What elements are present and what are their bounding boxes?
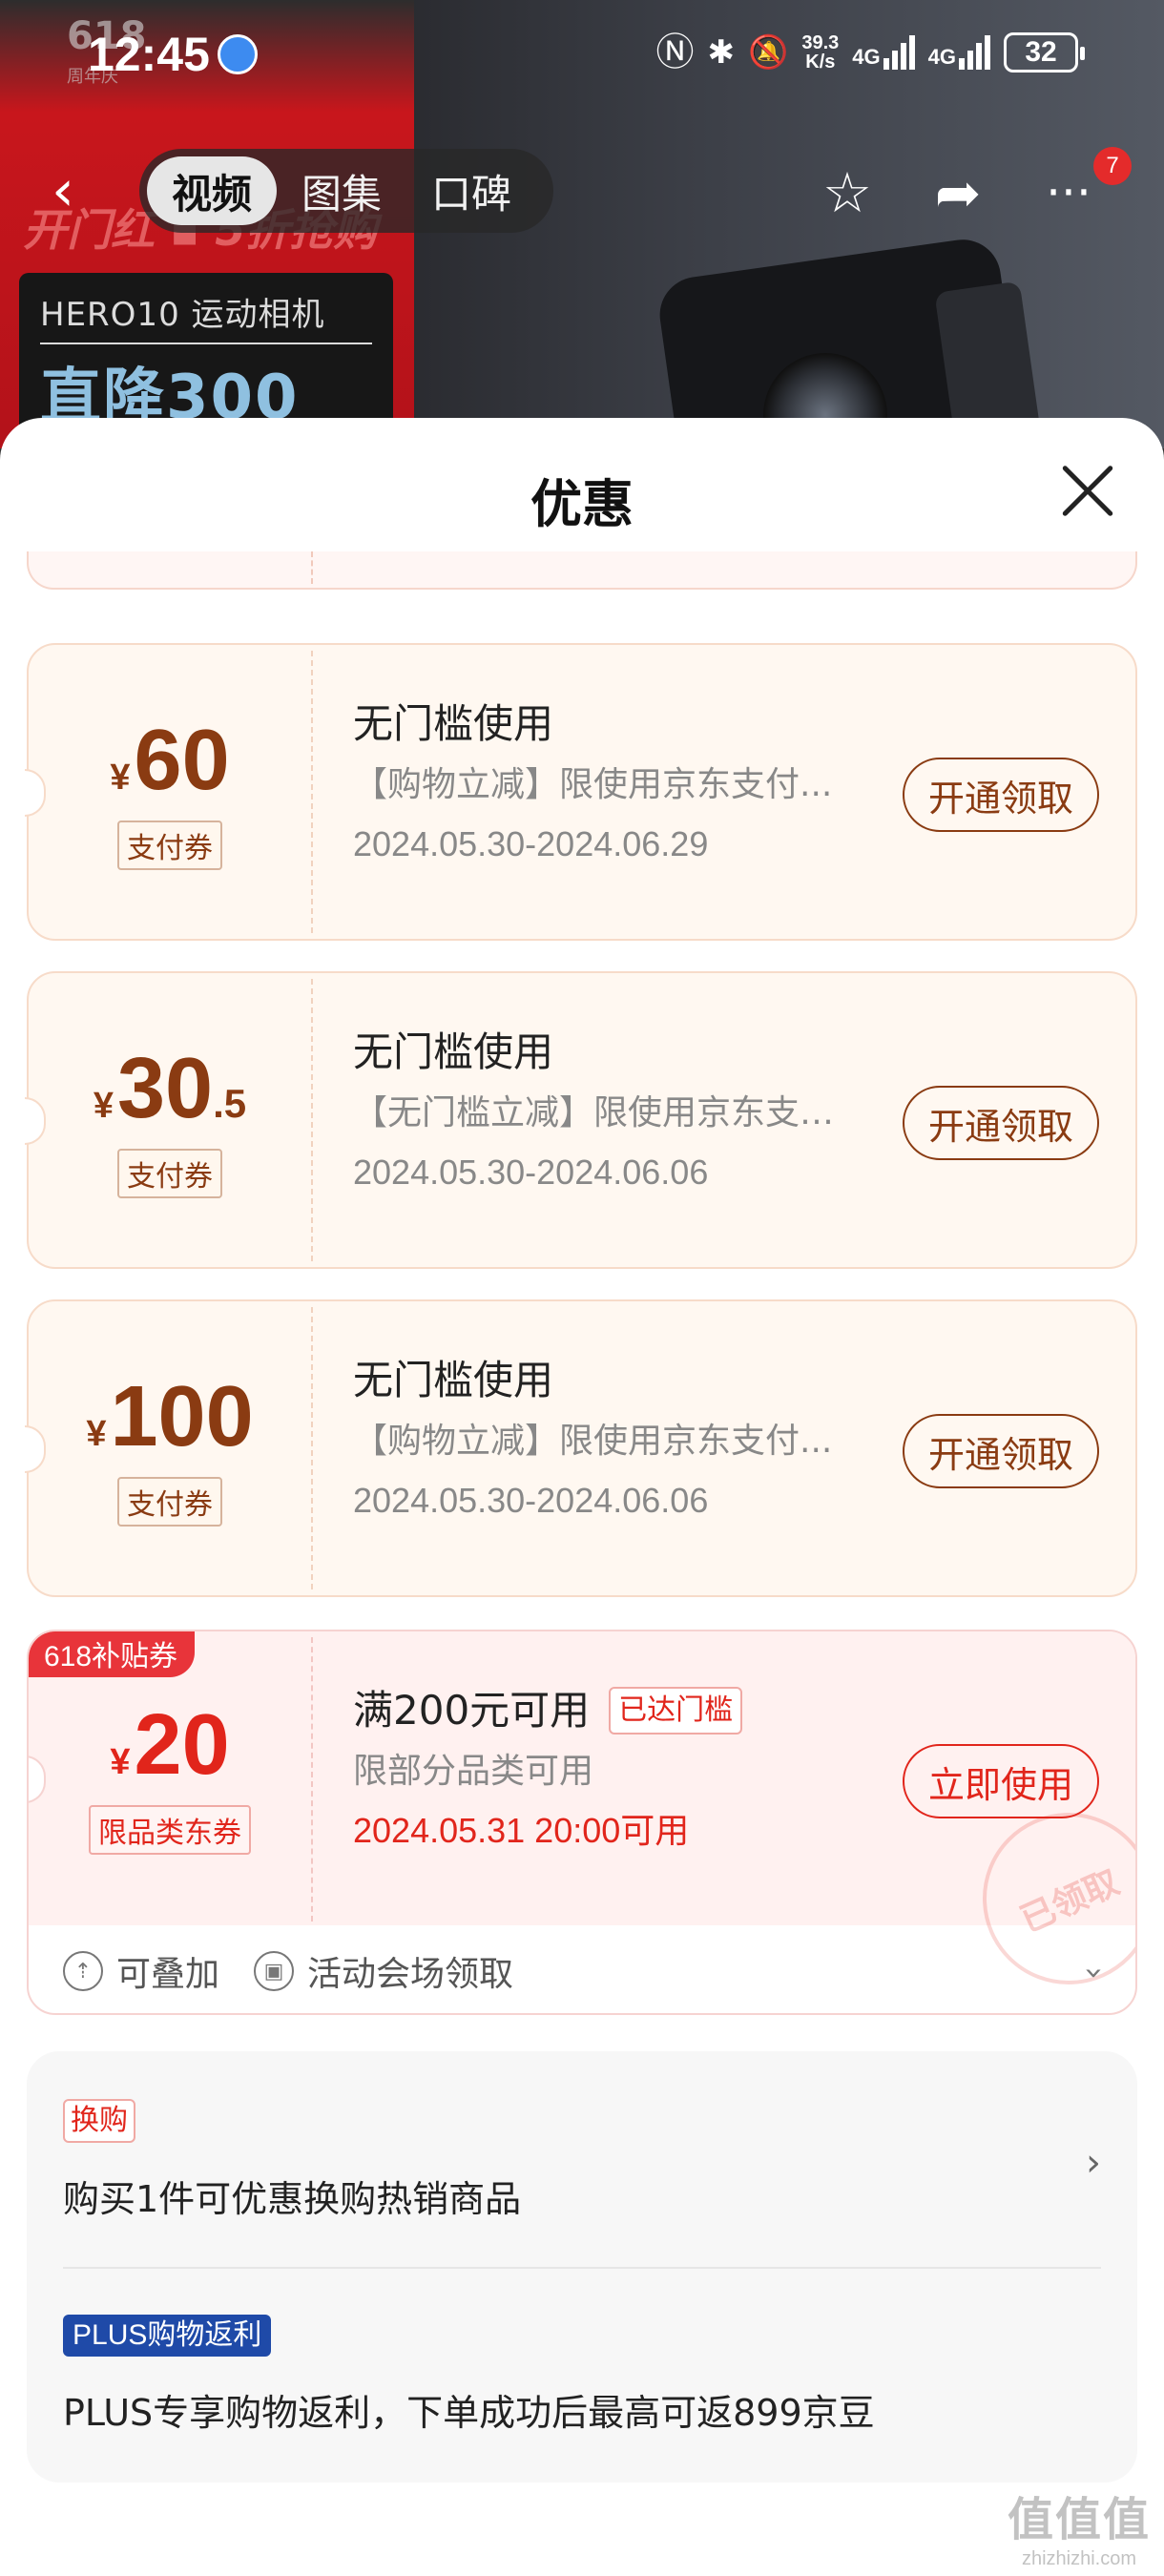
coupon-title: 无门槛使用 xyxy=(353,1028,554,1075)
sheet-title: 优惠 xyxy=(530,474,634,534)
coupon-description: 【无门槛立减】限使用京东支付... xyxy=(353,1093,849,1132)
mute-bell-icon: 🔕 xyxy=(748,34,789,71)
plus-rebate-tag: PLUS购物返利 xyxy=(63,2315,272,2357)
coupon-amount: ¥ 100 xyxy=(86,1369,254,1465)
exchange-text: 购买1件可优惠换购热销商品 xyxy=(63,2178,522,2220)
coupon-details: 满200元可用 已达门槛 限部分品类可用 2024.05.31 20:00可用 xyxy=(353,1685,849,1853)
coupon-description: 限部分品类可用 xyxy=(353,1752,594,1791)
coupon-type-tag: 支付券 xyxy=(117,1477,222,1527)
promo-model: HERO10 运动相机 xyxy=(40,288,372,344)
coupon-value: ¥ 100 支付券 xyxy=(29,1301,311,1599)
coupon-type-tag: 支付券 xyxy=(117,1149,222,1198)
status-bar: 12:45 Ⓝ ✱ 🔕 39.3 K/s 4G 4G 32 xyxy=(0,0,1164,114)
battery-icon: 32 xyxy=(1004,32,1085,73)
threshold-met-badge: 已达门槛 xyxy=(609,1687,743,1735)
coupon-card: ¥ 30 .5 支付券 无门槛使用 【无门槛立减】限使用京东支付... 2024… xyxy=(25,971,1137,1271)
plus-rebate-text: PLUS专享购物返利，下单成功后最高可返899京豆 xyxy=(63,2392,875,2434)
status-icons: Ⓝ ✱ 🔕 39.3 K/s 4G 4G 32 xyxy=(655,31,1085,73)
coupon-type-tag: 限品类东券 xyxy=(89,1805,251,1855)
discount-sheet: 优惠 ¥ 60 支付券 无门槛使用 【购物立减】限使用京东支付... 2024.… xyxy=(0,418,1164,2576)
coupon-amount: ¥ 30 .5 xyxy=(93,1041,247,1136)
coupon-amount: ¥ 60 xyxy=(110,713,230,808)
divider xyxy=(63,2267,1101,2269)
activate-claim-button[interactable]: 开通领取 xyxy=(903,758,1099,832)
close-icon[interactable] xyxy=(1059,462,1116,519)
use-now-button[interactable]: 立即使用 xyxy=(903,1744,1099,1818)
nfc-icon: Ⓝ xyxy=(655,31,695,73)
coupon-date: 2024.05.30-2024.06.29 xyxy=(353,824,709,863)
coupon-description: 【购物立减】限使用京东支付... xyxy=(353,1422,833,1461)
coupon-value: ¥ 30 .5 支付券 xyxy=(29,973,311,1271)
promo-card: HERO10 运动相机 直降300 xyxy=(19,273,393,435)
coupon-title: 无门槛使用 xyxy=(353,1357,554,1403)
media-tabs: 视频 图集 口碑 xyxy=(139,149,553,233)
coupon-date: 2024.05.30-2024.06.06 xyxy=(353,1153,709,1192)
coupon-details: 无门槛使用 【购物立减】限使用京东支付... 2024.05.30-2024.0… xyxy=(353,698,849,866)
bluetooth-icon: ✱ xyxy=(707,34,736,71)
coupon-details: 无门槛使用 【无门槛立减】限使用京东支付... 2024.05.30-2024.… xyxy=(353,1027,849,1195)
coupon-amount: ¥ 20 xyxy=(110,1697,230,1793)
coupon-card: ¥ 60 支付券 无门槛使用 【购物立减】限使用京东支付... 2024.05.… xyxy=(25,643,1137,943)
coupon-footer: ⇡ 可叠加 ▣ 活动会场领取 › xyxy=(29,1925,1135,2013)
share-icon[interactable]: ➦ xyxy=(922,156,994,229)
net-speed: 39.3 K/s xyxy=(801,32,840,73)
coupon-date: 2024.05.31 20:00可用 xyxy=(353,1811,690,1850)
expand-chevron-icon[interactable]: › xyxy=(1075,1966,1113,1980)
more-badge: 7 xyxy=(1093,147,1132,185)
promotion-info-card[interactable]: 换购 购买1件可优惠换购热销商品 › PLUS购物返利 PLUS专享购物返利，下… xyxy=(27,2051,1137,2483)
tab-video[interactable]: 视频 xyxy=(147,156,278,225)
exchange-tag: 换购 xyxy=(63,2099,135,2143)
signal-2-icon: 4G xyxy=(928,35,990,70)
stackable-info: ⇡ 可叠加 xyxy=(63,1946,219,1996)
tab-gallery[interactable]: 图集 xyxy=(277,156,406,225)
coupon-date: 2024.05.30-2024.06.06 xyxy=(353,1481,709,1520)
venue-icon: ▣ xyxy=(254,1951,295,1991)
tab-reviews[interactable]: 口碑 xyxy=(406,156,536,225)
subsidy-coupon-card: 618补贴券 ¥ 20 限品类东券 满200元可用 已达门槛 限部分品类可用 2… xyxy=(27,1630,1137,2015)
coupon-type-tag: 支付券 xyxy=(117,821,222,870)
chevron-right-icon[interactable]: › xyxy=(1086,2141,1101,2185)
watermark: 值值值 zhizhizhi.com xyxy=(1007,2495,1151,2569)
coupon-details: 无门槛使用 【购物立减】限使用京东支付... 2024.05.30-2024.0… xyxy=(353,1355,849,1523)
coupon-value: ¥ 60 支付券 xyxy=(29,645,311,943)
back-icon[interactable]: ‹ xyxy=(52,162,74,219)
coupon-value: ¥ 20 限品类东券 xyxy=(29,1631,311,1925)
coupon-card: ¥ 100 支付券 无门槛使用 【购物立减】限使用京东支付... 2024.05… xyxy=(25,1299,1137,1599)
partial-coupon-card xyxy=(27,551,1137,590)
status-time: 12:45 xyxy=(88,28,210,81)
coupon-title: 满200元可用 已达门槛 xyxy=(353,1685,849,1736)
activate-claim-button[interactable]: 开通领取 xyxy=(903,1414,1099,1488)
coupon-title: 无门槛使用 xyxy=(353,700,554,747)
activate-claim-button[interactable]: 开通领取 xyxy=(903,1086,1099,1160)
favorite-star-icon[interactable]: ☆ xyxy=(811,156,883,229)
coupon-description: 【购物立减】限使用京东支付... xyxy=(353,765,833,804)
venue-info: ▣ 活动会场领取 xyxy=(254,1946,513,1996)
app-notification-icon xyxy=(218,34,258,74)
stack-icon: ⇡ xyxy=(63,1951,103,1991)
signal-1-icon: 4G xyxy=(852,35,915,70)
